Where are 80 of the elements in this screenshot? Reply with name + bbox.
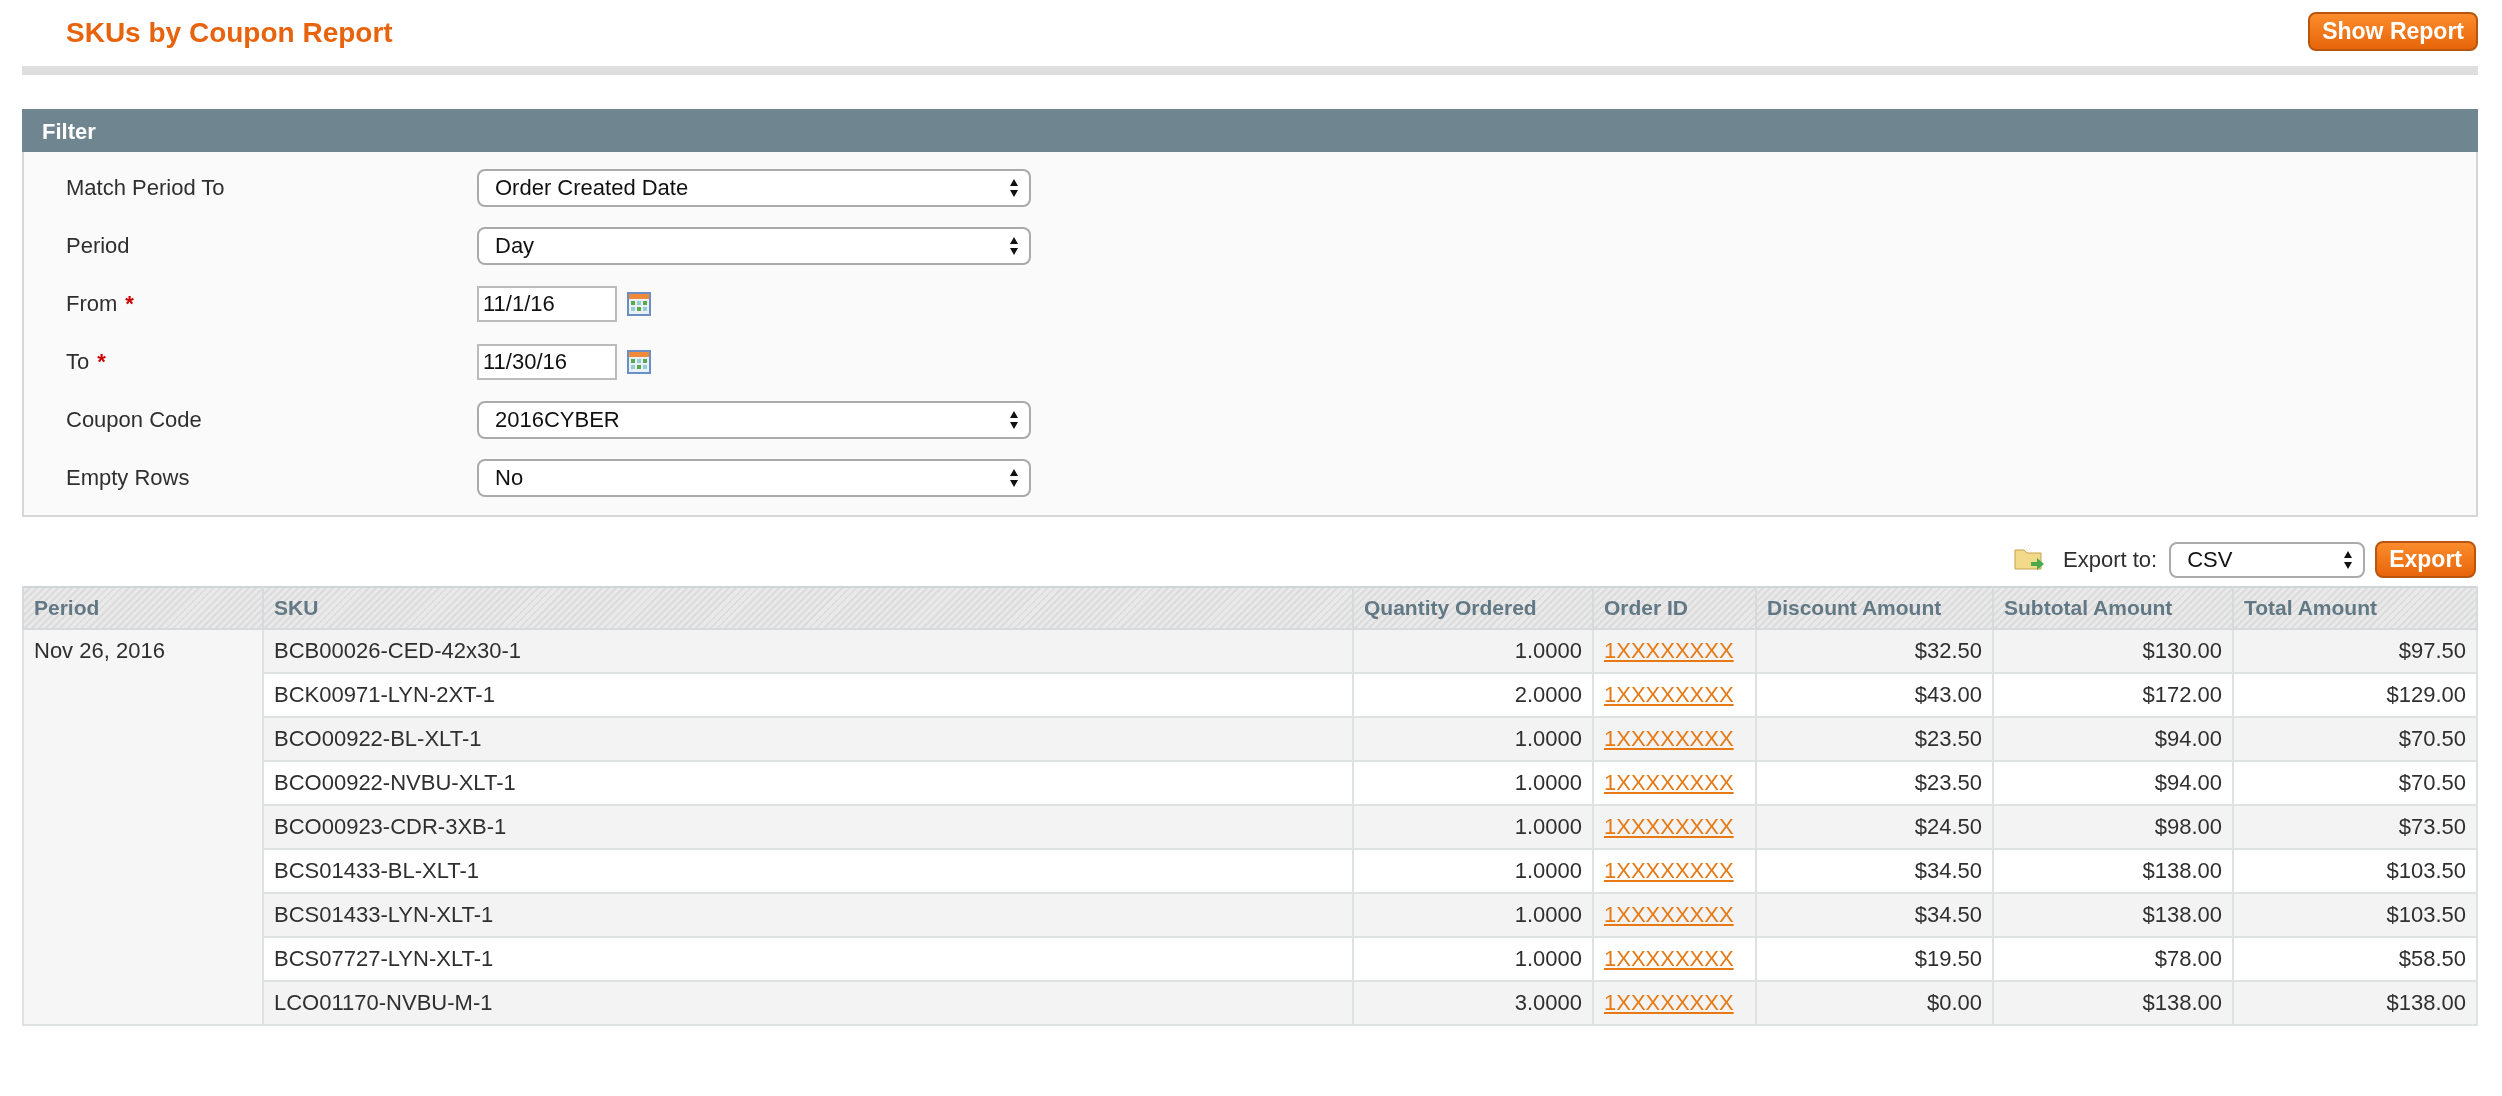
select-field[interactable]: Day <box>477 227 1031 265</box>
field-label: Match Period To <box>66 175 225 201</box>
discount-cell: $23.50 <box>1756 761 1993 805</box>
show-report-button[interactable]: Show Report <box>2308 11 2478 51</box>
subtotal-cell: $78.00 <box>1993 937 2233 981</box>
discount-cell: $0.00 <box>1756 981 1993 1025</box>
select-field[interactable]: No <box>477 459 1031 497</box>
total-cell: $70.50 <box>2233 717 2477 761</box>
column-header[interactable]: Subtotal Amount <box>1993 587 2233 629</box>
quantity-cell: 1.0000 <box>1353 629 1593 673</box>
column-header[interactable]: Total Amount <box>2233 587 2477 629</box>
filter-header: Filter <box>22 109 2478 152</box>
export-button[interactable]: Export <box>2375 541 2476 578</box>
column-header[interactable]: Order ID <box>1593 587 1756 629</box>
subtotal-cell: $138.00 <box>1993 893 2233 937</box>
subtotal-cell: $98.00 <box>1993 805 2233 849</box>
discount-cell: $32.50 <box>1756 629 1993 673</box>
period-cell: Nov 26, 2016 <box>23 629 263 1025</box>
total-cell: $103.50 <box>2233 849 2477 893</box>
total-cell: $70.50 <box>2233 761 2477 805</box>
sku-cell: BCK00971-LYN-2XT-1 <box>263 673 1353 717</box>
required-mark: * <box>97 349 106 375</box>
subtotal-cell: $138.00 <box>1993 849 2233 893</box>
discount-cell: $23.50 <box>1756 717 1993 761</box>
export-format-select[interactable]: CSV <box>2169 541 2366 578</box>
column-header[interactable]: Quantity Ordered <box>1353 587 1593 629</box>
sku-cell: BCS01433-LYN-XLT-1 <box>263 893 1353 937</box>
subtotal-cell: $138.00 <box>1993 981 2233 1025</box>
select-arrows-icon <box>1009 468 1019 488</box>
subtotal-cell: $172.00 <box>1993 673 2233 717</box>
date-field[interactable]: 11/1/16 <box>477 286 617 322</box>
total-cell: $58.50 <box>2233 937 2477 981</box>
total-cell: $73.50 <box>2233 805 2477 849</box>
total-cell: $138.00 <box>2233 981 2477 1025</box>
calendar-icon[interactable] <box>627 292 651 316</box>
quantity-cell: 1.0000 <box>1353 937 1593 981</box>
field-label: Empty Rows <box>66 465 190 491</box>
date-field[interactable]: 11/30/16 <box>477 344 617 380</box>
field-label: Coupon Code <box>66 407 202 433</box>
select-arrows-icon <box>1009 410 1019 430</box>
discount-cell: $24.50 <box>1756 805 1993 849</box>
select-arrows-icon <box>2343 549 2354 570</box>
field-label: To <box>66 349 90 375</box>
sku-cell: BCO00922-BL-XLT-1 <box>263 717 1353 761</box>
sku-cell: BCB00026-CED-42x30-1 <box>263 629 1353 673</box>
quantity-cell: 1.0000 <box>1353 761 1593 805</box>
total-cell: $103.50 <box>2233 893 2477 937</box>
sku-cell: BCS07727-LYN-XLT-1 <box>263 937 1353 981</box>
subtotal-cell: $130.00 <box>1993 629 2233 673</box>
calendar-icon[interactable] <box>627 350 651 374</box>
required-mark: * <box>125 291 134 317</box>
quantity-cell: 1.0000 <box>1353 849 1593 893</box>
discount-cell: $19.50 <box>1756 937 1993 981</box>
quantity-cell: 1.0000 <box>1353 893 1593 937</box>
discount-cell: $43.00 <box>1756 673 1993 717</box>
total-cell: $97.50 <box>2233 629 2477 673</box>
select-arrows-icon <box>1009 178 1019 198</box>
sku-cell: BCO00922-NVBU-XLT-1 <box>263 761 1353 805</box>
column-header[interactable]: SKU <box>263 587 1353 629</box>
discount-cell: $34.50 <box>1756 849 1993 893</box>
select-field[interactable]: 2016CYBER <box>477 401 1031 439</box>
select-field[interactable]: Order Created Date <box>477 169 1031 207</box>
quantity-cell: 1.0000 <box>1353 717 1593 761</box>
quantity-cell: 1.0000 <box>1353 805 1593 849</box>
column-header[interactable]: Period <box>23 587 263 629</box>
sku-cell: LCO01170-NVBU-M-1 <box>263 981 1353 1025</box>
sku-cell: BCS01433-BL-XLT-1 <box>263 849 1353 893</box>
report-title: SKUs by Coupon Report <box>66 17 393 49</box>
subtotal-cell: $94.00 <box>1993 761 2233 805</box>
column-header[interactable]: Discount Amount <box>1756 587 1993 629</box>
export-label: Export to: <box>2063 546 2158 573</box>
sku-cell: BCO00923-CDR-3XB-1 <box>263 805 1353 849</box>
field-label: Period <box>66 233 130 259</box>
total-cell: $129.00 <box>2233 673 2477 717</box>
select-arrows-icon <box>1009 236 1019 256</box>
field-label: From <box>66 291 118 317</box>
discount-cell: $34.50 <box>1756 893 1993 937</box>
subtotal-cell: $94.00 <box>1993 717 2233 761</box>
quantity-cell: 2.0000 <box>1353 673 1593 717</box>
quantity-cell: 3.0000 <box>1353 981 1593 1025</box>
